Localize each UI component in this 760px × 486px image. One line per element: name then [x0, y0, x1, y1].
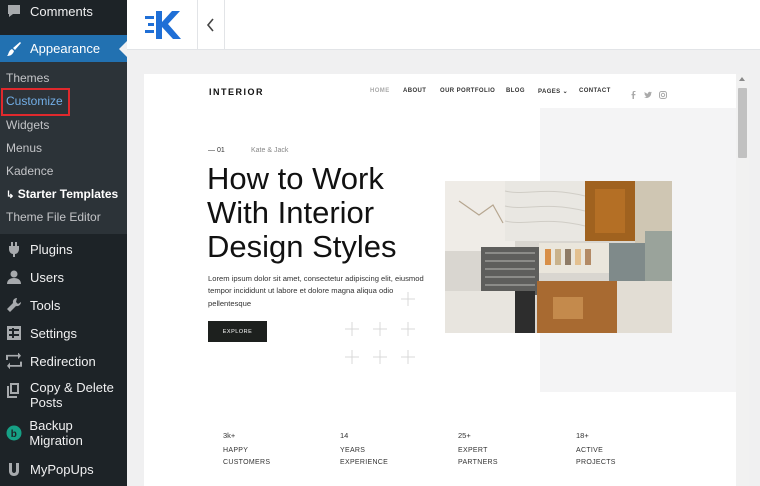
submenu-theme-file-editor[interactable]: Theme File Editor: [6, 210, 101, 224]
paintbrush-icon: [4, 39, 24, 59]
nav-pages-label: PAGES: [538, 89, 561, 95]
customizer-screen: Comments Appearance Themes Customize Wid…: [0, 0, 760, 486]
settings-icon: [4, 323, 24, 343]
stat-label-line: YEARS: [340, 447, 366, 454]
submenu-label: Starter Templates: [17, 187, 119, 201]
sidebar-item-copy-delete-posts[interactable]: Copy & Delete Posts: [0, 380, 127, 412]
nav-contact[interactable]: CONTACT: [579, 88, 611, 94]
sidebar-item-redirection[interactable]: Redirection: [0, 350, 127, 372]
stat-label: HAPPY CUSTOMERS: [223, 445, 270, 469]
nav-home[interactable]: HOME: [370, 88, 390, 94]
stat-number: 14: [340, 431, 349, 440]
stat-number: 3k+: [223, 431, 236, 440]
sidebar-item-label: Tools: [30, 297, 61, 313]
backup-icon: b: [4, 423, 23, 443]
starter-templates-icon: ↳: [6, 190, 15, 201]
stat-label-line: PROJECTS: [576, 459, 616, 466]
stat-label-line: ACTIVE: [576, 447, 604, 454]
nav-portfolio[interactable]: OUR PORTFOLIO: [440, 88, 495, 94]
active-indicator: [119, 40, 127, 57]
sidebar-item-label: MyPopUps: [30, 461, 94, 477]
stat-label-line: HAPPY: [223, 447, 249, 454]
stat-label-line: EXPERIENCE: [340, 459, 389, 466]
sidebar-item-settings[interactable]: Settings: [0, 322, 127, 344]
sidebar-item-label: Appearance: [30, 41, 101, 56]
hero-number: — 01: [208, 147, 225, 154]
admin-sidebar: Comments Appearance Themes Customize Wid…: [0, 0, 127, 486]
stat-number: 18+: [576, 431, 589, 440]
redirect-icon: [4, 351, 24, 371]
wrench-icon: [4, 295, 24, 315]
svg-text:b: b: [11, 429, 17, 440]
sidebar-item-label: Settings: [30, 325, 77, 341]
customizer-header: [127, 0, 760, 50]
stat-number: 25+: [458, 431, 471, 440]
user-icon: [4, 267, 24, 287]
twitter-icon[interactable]: [644, 86, 652, 98]
sidebar-item-mypopups[interactable]: MyPopUps: [0, 458, 127, 480]
sidebar-item-appearance[interactable]: Appearance: [0, 35, 127, 62]
site-logo[interactable]: INTERIOR: [209, 87, 264, 97]
site-preview[interactable]: INTERIOR HOME ABOUT OUR PORTFOLIO BLOG P…: [144, 74, 736, 486]
hero-image: [445, 181, 672, 333]
sidebar-item-backup-migration[interactable]: b Backup Migration: [0, 418, 127, 448]
submenu-widgets[interactable]: Widgets: [6, 118, 49, 132]
decorative-plus-grid: [345, 292, 415, 364]
stat-label-line: EXPERT: [458, 447, 488, 454]
submenu-kadence[interactable]: Kadence: [6, 164, 53, 178]
preview-scrollbar[interactable]: [736, 74, 749, 486]
kadence-logo-icon: [145, 8, 183, 42]
plug-icon: [4, 239, 24, 259]
customize-highlight-box: [1, 88, 70, 116]
submenu-menus[interactable]: Menus: [6, 141, 42, 155]
sidebar-item-label: Plugins: [30, 241, 73, 257]
sidebar-item-users[interactable]: Users: [0, 266, 127, 288]
sidebar-item-label: Redirection: [30, 353, 96, 369]
scroll-up-icon[interactable]: [739, 77, 745, 81]
sidebar-item-comments[interactable]: Comments: [0, 0, 127, 22]
submenu-themes[interactable]: Themes: [6, 71, 49, 85]
sidebar-item-label: Backup Migration: [29, 418, 83, 448]
stat-label-line: PARTNERS: [458, 459, 498, 466]
hero-title: How to Work With Interior Design Styles: [207, 161, 397, 264]
sidebar-item-label: Comments: [30, 3, 93, 19]
sidebar-item-label: Users: [30, 269, 64, 285]
stat-label-line: CUSTOMERS: [223, 459, 271, 466]
stat-label: YEARS EXPERIENCE: [340, 445, 388, 469]
explore-button[interactable]: EXPLORE: [208, 321, 267, 342]
nav-pages[interactable]: PAGES ⌄: [538, 88, 568, 95]
stat-label: ACTIVE PROJECTS: [576, 445, 616, 469]
collapse-sidebar-button[interactable]: [197, 0, 225, 50]
sidebar-item-label: Copy & Delete Posts: [30, 380, 114, 410]
comment-icon: [4, 1, 24, 21]
nav-blog[interactable]: BLOG: [506, 88, 525, 94]
sidebar-item-plugins[interactable]: Plugins: [0, 238, 127, 260]
hero-author: Kate & Jack: [251, 147, 289, 154]
nav-about[interactable]: ABOUT: [403, 88, 426, 94]
chevron-left-icon: [206, 18, 214, 32]
facebook-icon[interactable]: [629, 86, 637, 99]
submenu-starter-templates[interactable]: ↳ Starter Templates: [6, 187, 118, 201]
chevron-down-icon: ⌄: [562, 89, 569, 95]
sidebar-item-tools[interactable]: Tools: [0, 294, 127, 316]
stat-label: EXPERT PARTNERS: [458, 445, 498, 469]
popup-icon: [4, 459, 24, 479]
instagram-icon[interactable]: [659, 86, 667, 99]
copy-icon: [4, 380, 24, 400]
scrollbar-thumb[interactable]: [738, 88, 747, 158]
